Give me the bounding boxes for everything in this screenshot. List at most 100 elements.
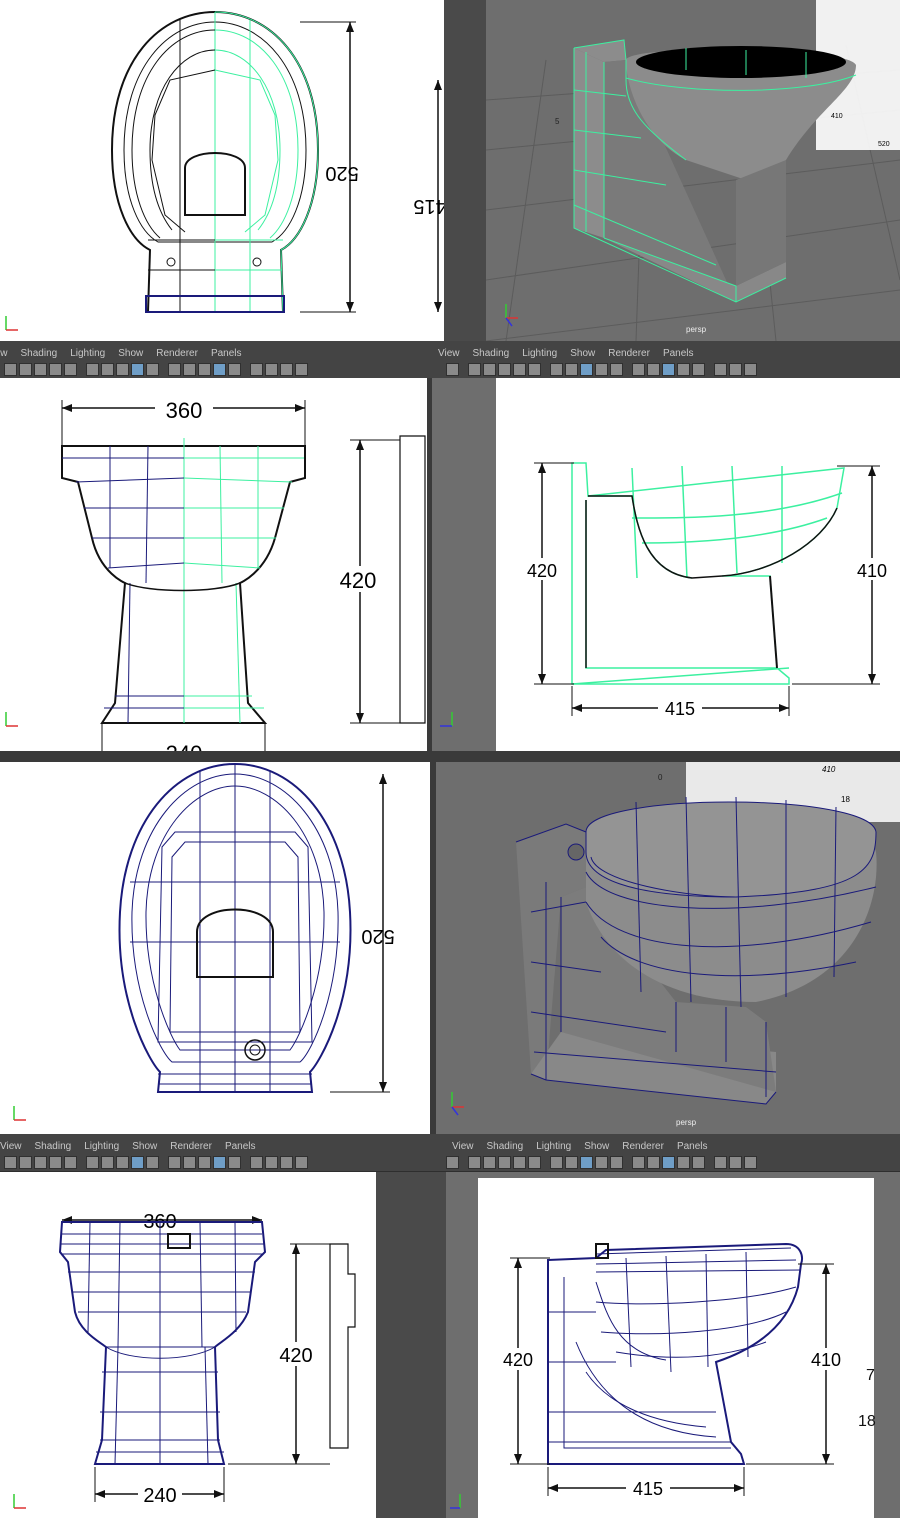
grid-icon[interactable] [64, 1156, 77, 1169]
menu-view[interactable]: View [0, 348, 8, 359]
bookmark-icon[interactable] [550, 363, 563, 376]
menu-show[interactable]: Show [570, 348, 595, 359]
hud-icon[interactable] [168, 1156, 181, 1169]
menu-lighting[interactable]: Lighting [70, 348, 105, 359]
camera-icon[interactable] [34, 1156, 47, 1169]
bookmark-icon[interactable] [550, 1156, 563, 1169]
menu-panels[interactable]: Panels [211, 348, 242, 359]
menu-panels[interactable]: Panels [677, 1141, 708, 1152]
select-icon[interactable] [4, 1156, 17, 1169]
menu-show[interactable]: Show [584, 1141, 609, 1152]
isolate-icon[interactable] [468, 1156, 481, 1169]
select-icon[interactable] [677, 1156, 690, 1169]
panel-divider-v2[interactable] [427, 378, 432, 751]
isolate-icon[interactable] [647, 363, 660, 376]
smooth-shade-icon[interactable] [280, 1156, 293, 1169]
isolate-icon[interactable] [647, 1156, 660, 1169]
wireframe-icon[interactable] [580, 363, 593, 376]
front-view-panel-1[interactable]: 360 420 240 [0, 378, 427, 751]
smooth-shade-icon[interactable] [595, 363, 608, 376]
isolate-icon[interactable] [146, 1156, 159, 1169]
top-view-panel-2[interactable]: 520 [0, 762, 430, 1134]
smooth-shade-icon[interactable] [101, 363, 114, 376]
menu-view[interactable]: View [438, 348, 460, 359]
select-icon[interactable] [498, 363, 511, 376]
light-icon[interactable] [131, 363, 144, 376]
panel-divider-v4[interactable] [376, 1172, 446, 1518]
lasso-icon[interactable] [513, 1156, 526, 1169]
select-icon[interactable] [498, 1156, 511, 1169]
light-icon[interactable] [446, 363, 459, 376]
lasso-icon[interactable] [198, 363, 211, 376]
menu-renderer[interactable]: Renderer [170, 1141, 212, 1152]
front-view-panel-2[interactable]: 360 420 240 [0, 1172, 376, 1518]
hud-icon[interactable] [168, 363, 181, 376]
menu-view[interactable]: View [0, 1141, 22, 1152]
panel-divider-h1[interactable] [0, 751, 900, 762]
light-icon[interactable] [632, 363, 645, 376]
menu-shading[interactable]: Shading [487, 1141, 524, 1152]
hud-icon[interactable] [483, 1156, 496, 1169]
xray-icon[interactable] [295, 1156, 308, 1169]
smooth-shade-icon[interactable] [101, 1156, 114, 1169]
menu-shading[interactable]: Shading [21, 348, 58, 359]
camera-icon[interactable] [528, 363, 541, 376]
menu-shading[interactable]: Shading [473, 348, 510, 359]
hud-icon[interactable] [662, 363, 675, 376]
select-icon[interactable] [183, 1156, 196, 1169]
wireframe-icon[interactable] [265, 363, 278, 376]
side-view-panel-1[interactable]: 420 410 415 [432, 378, 900, 751]
menu-panels[interactable]: Panels [663, 348, 694, 359]
grid-icon[interactable] [64, 363, 77, 376]
xray-icon[interactable] [116, 363, 129, 376]
bookmark-icon[interactable] [729, 363, 742, 376]
wireframe-icon[interactable] [86, 1156, 99, 1169]
bookmark-icon[interactable] [228, 363, 241, 376]
isolate-icon[interactable] [468, 363, 481, 376]
menu-renderer[interactable]: Renderer [156, 348, 198, 359]
smooth-shade-icon[interactable] [595, 1156, 608, 1169]
menu-show[interactable]: Show [118, 348, 143, 359]
menu-shading[interactable]: Shading [35, 1141, 72, 1152]
menu-renderer[interactable]: Renderer [622, 1141, 664, 1152]
bookmark-icon[interactable] [49, 1156, 62, 1169]
wireframe-icon[interactable] [580, 1156, 593, 1169]
side-view-panel-2[interactable]: 420 410 415 7 18 [446, 1172, 900, 1518]
panel-divider-v3[interactable] [430, 762, 436, 1134]
xray-icon[interactable] [116, 1156, 129, 1169]
smooth-shade-icon[interactable] [280, 363, 293, 376]
isolate-icon[interactable] [146, 363, 159, 376]
wireframe-icon[interactable] [86, 363, 99, 376]
lasso-icon[interactable] [19, 1156, 32, 1169]
lasso-icon[interactable] [198, 1156, 211, 1169]
hud-icon[interactable] [662, 1156, 675, 1169]
light-icon[interactable] [446, 1156, 459, 1169]
camera-icon[interactable] [213, 1156, 226, 1169]
menu-lighting[interactable]: Lighting [536, 1141, 571, 1152]
xray-icon[interactable] [295, 363, 308, 376]
select-icon[interactable] [4, 363, 17, 376]
select-icon[interactable] [183, 363, 196, 376]
grid-icon[interactable] [565, 1156, 578, 1169]
grid-icon[interactable] [250, 1156, 263, 1169]
wireframe-icon[interactable] [265, 1156, 278, 1169]
menu-show[interactable]: Show [132, 1141, 157, 1152]
xray-icon[interactable] [610, 363, 623, 376]
camera-icon[interactable] [34, 363, 47, 376]
camera-icon[interactable] [528, 1156, 541, 1169]
camera-icon[interactable] [714, 1156, 727, 1169]
bookmark-icon[interactable] [228, 1156, 241, 1169]
panel-divider-v1[interactable] [444, 0, 486, 341]
persp-view-panel-1[interactable]: 410 520 5 persp [486, 0, 900, 341]
hud-icon[interactable] [483, 363, 496, 376]
grid-icon[interactable] [744, 1156, 757, 1169]
camera-icon[interactable] [213, 363, 226, 376]
select-icon[interactable] [677, 363, 690, 376]
menu-view[interactable]: View [452, 1141, 474, 1152]
grid-icon[interactable] [250, 363, 263, 376]
grid-icon[interactable] [744, 363, 757, 376]
camera-icon[interactable] [714, 363, 727, 376]
menu-renderer[interactable]: Renderer [608, 348, 650, 359]
lasso-icon[interactable] [692, 1156, 705, 1169]
persp-view-panel-2[interactable]: 410 18 0 persp [436, 762, 900, 1134]
